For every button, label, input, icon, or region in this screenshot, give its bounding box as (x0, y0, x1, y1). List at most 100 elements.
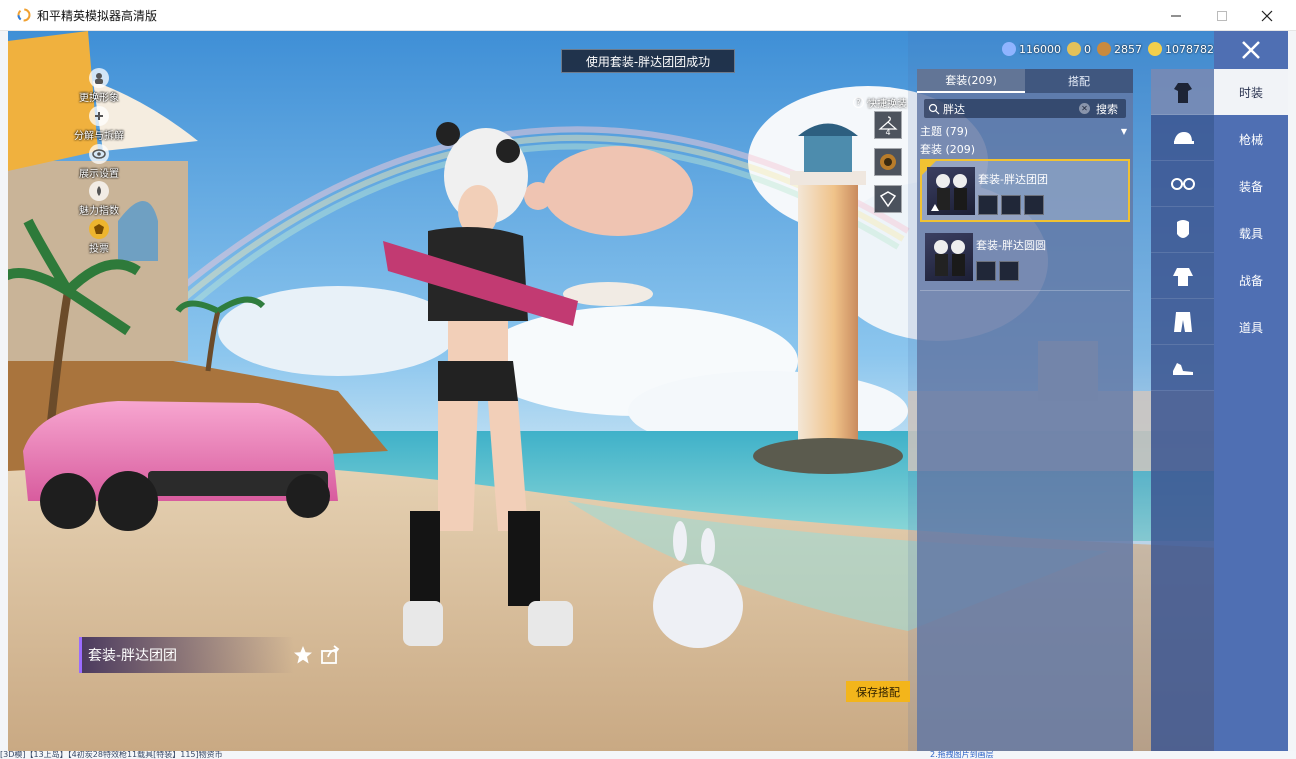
suit-part-thumbnail[interactable] (978, 195, 998, 215)
category-weapons[interactable]: 枪械 (1214, 116, 1288, 162)
subcategory-shoes[interactable] (1151, 345, 1214, 391)
minimize-button[interactable] (1153, 0, 1199, 31)
currency-item: 1078782 (1148, 42, 1214, 56)
shoes-icon (1172, 362, 1193, 375)
hat-icon (1173, 131, 1194, 144)
help-icon: ? (853, 97, 864, 108)
suit-parts (978, 195, 1044, 215)
charm-badge-icon (880, 154, 896, 170)
theme-label: 主题 (79) (920, 125, 969, 138)
outfit-icon (1173, 82, 1192, 103)
close-icon (1261, 10, 1273, 21)
subcategory-hat[interactable] (1151, 115, 1214, 161)
window-titlebar: 和平精英模拟器高清版 (0, 0, 1296, 31)
suit-part-thumbnail[interactable] (976, 261, 996, 281)
share-icon[interactable] (319, 644, 341, 666)
close-icon (1242, 41, 1260, 59)
left-menu-charm[interactable]: 魅力指数 (70, 181, 128, 217)
subcategory-top[interactable] (1151, 253, 1214, 299)
save-outfit-button[interactable]: 保存搭配 (846, 681, 910, 702)
divider (920, 290, 1130, 291)
suit-count-label: 套装 (209) (920, 143, 976, 156)
app-logo-icon (17, 8, 31, 22)
suit-card-selected[interactable]: 套装-胖达团团 (920, 159, 1130, 222)
quick-slot-number: 4 (885, 128, 890, 136)
quick-slot-charm[interactable] (874, 148, 902, 176)
currency-value: 2857 (1114, 42, 1142, 56)
item-panel: 套装(209) 搭配 ✕ 搜索 主题 (79) ▼ 套装 (209) 套装-胖达… (917, 69, 1133, 751)
currency-item: 2857 (1097, 42, 1142, 56)
window-close-button[interactable] (1244, 0, 1290, 31)
person-icon (89, 68, 109, 88)
suit-name: 套装-胖达圆圆 (976, 239, 1046, 252)
search-bar: ✕ 搜索 (924, 99, 1126, 118)
desktop-text: [3D模]【13上岛】【4初炭28特效枪11载具[特装】115]物资币 (0, 751, 223, 759)
suit-part-thumbnail[interactable] (1001, 195, 1021, 215)
suit-part-thumbnail[interactable] (1024, 195, 1044, 215)
category-sidebar: 时装 枪械 装备 载具 战备 道具 (1214, 69, 1288, 751)
panel-tabs: 套装(209) 搭配 (917, 69, 1133, 93)
split-icon (89, 106, 109, 126)
maximize-icon (1217, 10, 1227, 21)
suit-thumbnail (927, 167, 975, 215)
suit-name: 套装-胖达团团 (978, 173, 1048, 186)
quick-slot-hanger[interactable]: 4 (874, 111, 902, 139)
search-button[interactable]: 搜索 (1096, 101, 1118, 117)
currency-bar: 116000 0 2857 1078782 (1002, 39, 1214, 59)
hanger-icon: 4 (878, 116, 898, 136)
left-menu-label: 更换形象 (79, 93, 119, 104)
tab-suits[interactable]: 套装(209) (917, 69, 1025, 93)
theme-filter[interactable]: 主题 (79) ▼ (920, 124, 1127, 138)
subcategory-glasses[interactable] (1151, 161, 1214, 207)
currency-value: 116000 (1019, 42, 1061, 56)
currency-item: 0 (1067, 42, 1091, 56)
category-battle-prep[interactable]: 战备 (1214, 257, 1288, 303)
eye-icon (89, 144, 109, 164)
glasses-icon (1170, 177, 1195, 190)
minimize-icon (1171, 15, 1181, 16)
quick-slot-emblem[interactable] (874, 185, 902, 213)
pants-icon (1173, 311, 1192, 332)
currency-value: 1078782 (1165, 42, 1214, 56)
clear-search-icon[interactable]: ✕ (1079, 103, 1090, 114)
close-panel-button[interactable] (1214, 31, 1288, 69)
desktop-link[interactable]: 2.拖拽图片到画层 (930, 751, 994, 759)
charm-icon (89, 181, 109, 201)
suit-thumbnail (925, 233, 973, 281)
left-menu-change-appearance[interactable]: 更换形象 (70, 68, 128, 104)
suit-part-thumbnail[interactable] (999, 261, 1019, 281)
currency-item: 116000 (1002, 42, 1061, 56)
quick-change-text: 快捷换装 (867, 99, 907, 110)
suit-parts (976, 261, 1019, 281)
category-items[interactable]: 道具 (1214, 304, 1288, 350)
badge-icon (89, 219, 109, 239)
category-fashion[interactable]: 时装 (1214, 69, 1288, 115)
category-equipment[interactable]: 装备 (1214, 163, 1288, 209)
desktop-background-right (1288, 31, 1296, 751)
search-input[interactable] (943, 102, 1079, 115)
left-menu-label: 展示设置 (79, 169, 119, 180)
bronze-coin-icon (1097, 42, 1111, 56)
desktop-background-bottom: [3D模]【13上岛】【4初炭28特效枪11载具[特装】115]物资币 2.拖拽… (0, 751, 1296, 759)
favorite-star-icon[interactable] (292, 644, 314, 666)
selected-item-name: 套装-胖达团团 (79, 637, 294, 673)
subcategory-icons (1151, 69, 1214, 751)
game-viewport: 更换形象 分解与拆解 展示设置 魅力指数 投票 使用套装-胖达团团成功 ? 快捷… (8, 31, 1288, 751)
subcategory-pants[interactable] (1151, 299, 1214, 345)
quick-change-label[interactable]: ? 快捷换装 (853, 95, 907, 110)
suit-card[interactable]: 套装-胖达圆圆 (920, 227, 1130, 290)
window-title: 和平精英模拟器高清版 (37, 9, 158, 23)
tab-outfits[interactable]: 搭配 (1025, 69, 1133, 93)
token-coin-icon (1067, 42, 1081, 56)
left-menu-split[interactable]: 分解与拆解 (70, 106, 128, 142)
left-menu-badge[interactable]: 投票 (70, 219, 128, 255)
gold-coin-icon (1148, 42, 1162, 56)
mask-icon (1176, 219, 1189, 238)
subcategory-mask[interactable] (1151, 207, 1214, 253)
subcategory-outfit[interactable] (1151, 69, 1214, 115)
maximize-button[interactable] (1199, 0, 1245, 31)
left-menu-display-settings[interactable]: 展示设置 (70, 144, 128, 180)
left-menu-label: 分解与拆解 (74, 131, 124, 142)
currency-value: 0 (1084, 42, 1091, 56)
category-vehicles[interactable]: 载具 (1214, 210, 1288, 256)
